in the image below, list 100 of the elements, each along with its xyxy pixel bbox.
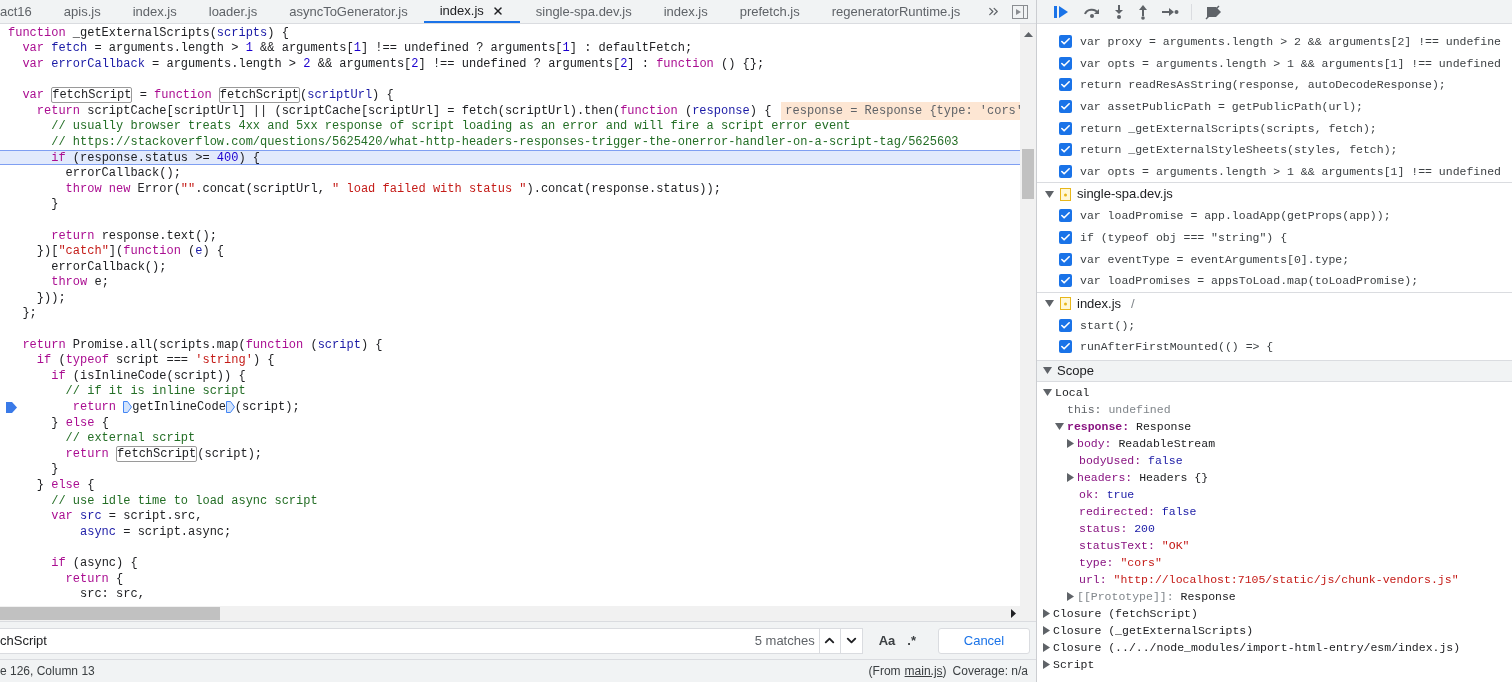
code-text: src: src,: [80, 586, 145, 604]
triangle-right-icon[interactable]: [1067, 472, 1074, 482]
file-tab[interactable]: act16: [0, 0, 48, 23]
checkbox[interactable]: [1059, 231, 1072, 245]
file-tab[interactable]: asyncToGenerator.js: [273, 0, 424, 23]
scroll-right-arrow-icon[interactable]: [1011, 609, 1016, 618]
match-case-toggle[interactable]: Aa: [878, 630, 896, 651]
scroll-up-arrow-icon[interactable]: [1023, 32, 1033, 37]
property-entry: this: undefined: [1067, 401, 1171, 418]
file-tab[interactable]: index.js: [116, 0, 193, 23]
file-tab[interactable]: prefetch.js: [723, 0, 816, 23]
search-field[interactable]: chScript: [0, 627, 751, 654]
triangle-right-icon[interactable]: [1043, 625, 1050, 635]
code-text: return scriptCache[scriptUrl] || (scriptCache[scriptUrl] = fetch(scriptUrl).then(function (response) {: [36, 102, 772, 120]
breakpoint-code[interactable]: var assetPublicPath = getPublicPath(url);: [1080, 97, 1363, 116]
code-text: if (response.status >= 400) {: [51, 149, 261, 167]
panel-toggle-icon[interactable]: [1012, 4, 1028, 19]
previous-match-button[interactable]: [818, 627, 841, 654]
source-link[interactable]: main.js: [904, 662, 943, 680]
triangle-down-icon[interactable]: [1045, 300, 1054, 308]
file-tab[interactable]: apis.js: [47, 0, 117, 23]
property-entry: url: "http://localhost:7105/static/js/chunk-vendors.js": [1079, 571, 1459, 588]
property-entry: statusText: "OK": [1079, 537, 1190, 554]
code-text: } else {: [51, 414, 109, 432]
property-entry: bodyUsed: false: [1079, 452, 1183, 469]
file-tab[interactable]: single-spa.dev.js: [519, 0, 648, 23]
breakpoint-code[interactable]: if (typeof obj === "string") {: [1080, 228, 1288, 247]
section-title[interactable]: Scope: [1057, 360, 1094, 381]
step-into-icon[interactable]: [1113, 3, 1125, 20]
property-entry: redirected: false: [1079, 503, 1197, 520]
inline-value: response = Response {type: 'cors': [781, 101, 1020, 120]
next-match-button[interactable]: [840, 627, 863, 654]
file-tab[interactable]: index.js: [647, 0, 724, 23]
breakpoint-code[interactable]: var eventType = eventArguments[0].type;: [1080, 250, 1350, 268]
breakpoint-code[interactable]: var loadPromises = appsToLoad.map(toLoadPromise);: [1080, 272, 1419, 290]
horizontal-scrollbar[interactable]: [0, 606, 1036, 622]
source-prefix: (From: [868, 663, 901, 680]
inline-breakpoint-icon[interactable]: [225, 401, 235, 414]
checkbox[interactable]: [1059, 121, 1072, 135]
breakpoint-code[interactable]: start();: [1080, 316, 1136, 334]
checkbox[interactable]: [1059, 100, 1072, 114]
scope-label[interactable]: Closure (fetchScript): [1053, 604, 1198, 622]
breakpoint-code[interactable]: return _getExternalScripts(scripts, fetch);: [1080, 119, 1377, 137]
checkbox[interactable]: [1059, 56, 1072, 70]
vertical-scrollbar[interactable]: [1020, 24, 1036, 606]
source-suffix: ): [942, 663, 947, 680]
checkbox[interactable]: [1059, 318, 1072, 332]
scope-label[interactable]: Closure (_getExternalScripts): [1053, 621, 1254, 639]
code-text: getInlineCode: [132, 399, 226, 417]
breakpoint-file-name[interactable]: index.js: [1077, 293, 1122, 314]
triangle-down-icon[interactable]: [1045, 190, 1054, 198]
breakpoint-code[interactable]: return readResAsString(response, autoDecodeResponse);: [1080, 76, 1446, 94]
breakpoint-code[interactable]: var loadPromise = app.loadApp(getProps(app));: [1080, 207, 1391, 225]
file-tab[interactable]: index.js: [423, 0, 520, 23]
checkbox[interactable]: [1059, 252, 1072, 266]
breakpoint-code[interactable]: var opts = arguments.length > 1 && arguments[1] !== undefined: [1080, 162, 1501, 180]
scope-label[interactable]: Script: [1053, 655, 1095, 673]
code-text: return {: [65, 570, 124, 588]
triangle-right-icon[interactable]: [1043, 642, 1050, 652]
triangle-right-icon[interactable]: [1067, 591, 1074, 601]
code-text: return Promise.all(scripts.map(function (script) {: [22, 336, 383, 354]
deactivate-breakpoints-icon[interactable]: [1204, 3, 1222, 20]
code-text: // usually browser treats 4xx and 5xx response of script loading as an error and will fire a script error event: [51, 118, 851, 136]
triangle-right-icon[interactable]: [1067, 438, 1074, 448]
checkbox[interactable]: [1059, 35, 1072, 49]
file-tab[interactable]: regeneratorRuntime.js: [815, 0, 977, 23]
code-text: } else {: [36, 477, 95, 494]
file-icon: [1060, 187, 1071, 201]
scope-label[interactable]: Closure (../../node_modules/import-html-entry/esm/index.js): [1053, 638, 1461, 656]
breakpoint-code[interactable]: var proxy = arguments.length > 2 && arguments[2] !== undefine: [1080, 33, 1501, 51]
regex-toggle[interactable]: .*: [907, 630, 916, 651]
file-icon: [1060, 297, 1071, 311]
scope-label[interactable]: Local: [1055, 383, 1090, 401]
breakpoint-file-name[interactable]: single-spa.dev.js: [1077, 184, 1173, 204]
triangle-down-icon[interactable]: [1043, 388, 1052, 396]
step-out-icon[interactable]: [1137, 3, 1149, 20]
section-header[interactable]: Scope: [1037, 359, 1512, 382]
scrollbar-thumb[interactable]: [0, 607, 220, 620]
breakpoint-marker-icon[interactable]: [6, 402, 17, 414]
checkbox[interactable]: [1059, 209, 1072, 223]
inline-breakpoint-icon[interactable]: [123, 401, 133, 414]
checkbox[interactable]: [1059, 274, 1072, 288]
cancel-button[interactable]: Cancel: [938, 627, 1030, 654]
triangle-right-icon[interactable]: [1043, 659, 1050, 669]
code-text: var errorCallback = arguments.length > 2 && arguments[2] !== undefined ? arguments[2] : function () {};: [22, 56, 765, 73]
triangle-right-icon[interactable]: [1043, 608, 1050, 618]
code-text: throw new Error("".concat(scriptUrl, " load failed with status ").concat(response.status));: [65, 180, 721, 198]
checkbox[interactable]: [1059, 78, 1072, 92]
checkbox[interactable]: [1059, 164, 1072, 178]
file-tab[interactable]: loader.js: [192, 0, 274, 23]
scrollbar-thumb[interactable]: [1022, 149, 1034, 199]
checkbox[interactable]: [1059, 143, 1072, 157]
checkbox[interactable]: [1059, 340, 1072, 354]
property-entry: response: Response: [1067, 418, 1192, 435]
triangle-down-icon[interactable]: [1055, 422, 1064, 430]
breakpoint-code[interactable]: runAfterFirstMounted(() => {: [1080, 338, 1274, 356]
close-icon[interactable]: [491, 4, 504, 17]
breakpoint-code[interactable]: var opts = arguments.length > 1 && arguments[1] !== undefined: [1080, 54, 1501, 72]
breakpoint-code[interactable]: return _getExternalStyleSheets(styles, fetch);: [1080, 141, 1398, 159]
triangle-down-icon[interactable]: [1043, 367, 1052, 375]
